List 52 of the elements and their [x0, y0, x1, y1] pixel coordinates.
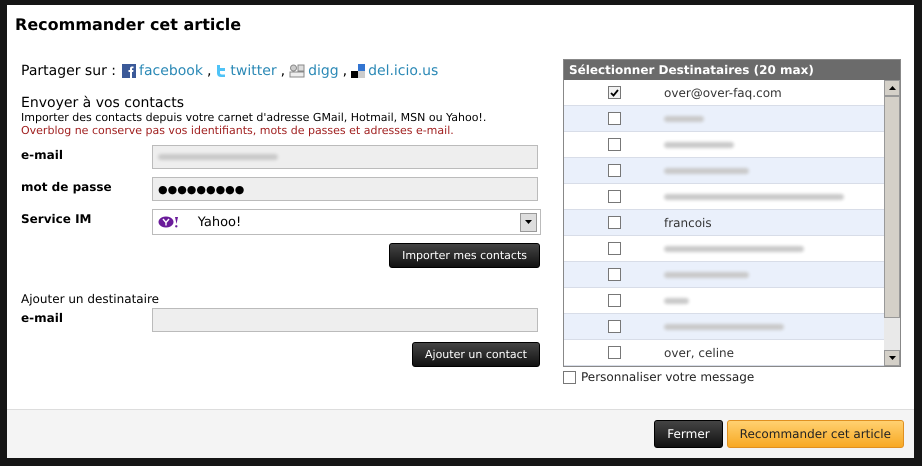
field-label: e-mail [21, 147, 64, 162]
checkbox[interactable] [563, 370, 576, 384]
checkbox[interactable] [608, 112, 620, 125]
field-label: Service IM [21, 211, 92, 226]
close-button[interactable]: Fermer [654, 420, 723, 448]
checkbox[interactable] [608, 164, 620, 177]
scroll-up-button[interactable] [884, 80, 900, 96]
checkbox[interactable] [608, 138, 620, 151]
checkbox[interactable] [608, 320, 620, 333]
checkbox[interactable] [608, 216, 620, 229]
section-heading: Envoyer à vos contacts [21, 95, 185, 111]
share-link[interactable]: twitter [230, 63, 277, 79]
description-text: Importer des contacts depuis votre carnet d'adresse GMail, Hotmail, MSN ou Yahoo!. [21, 111, 488, 124]
service-select[interactable]: Yahoo! [152, 209, 541, 235]
recommend-button[interactable]: Recommander cet article [726, 420, 904, 448]
checkbox[interactable] [608, 346, 620, 359]
facebook-icon [122, 64, 136, 78]
separator: , [342, 63, 348, 79]
scroll-thumb[interactable] [884, 96, 900, 318]
digg-icon [289, 64, 306, 78]
checkbox[interactable] [608, 242, 620, 255]
add-contact-button[interactable]: Ajouter un contact [412, 342, 540, 367]
checkbox[interactable] [608, 268, 620, 281]
field-label: mot de passe [21, 179, 113, 194]
down-arrow-icon [888, 356, 896, 360]
share-link[interactable]: del.icio.us [368, 63, 438, 79]
share-link[interactable]: digg [308, 63, 339, 79]
share-label: Partager sur : [21, 63, 116, 79]
checkbox-label: Personnaliser votre message [581, 370, 754, 384]
import-button[interactable]: Importer mes contacts [389, 243, 540, 268]
dialog-title: Recommander cet article [14, 14, 242, 36]
contact-name: francois [664, 216, 712, 230]
bird-icon [215, 64, 228, 78]
password-field[interactable]: ●●●●●●●●● [152, 177, 538, 201]
share-link[interactable]: facebook [139, 63, 203, 79]
contact-name: over@over-faq.com [664, 86, 782, 100]
checkbox[interactable] [608, 190, 620, 203]
separator: , [206, 63, 212, 79]
checkbox[interactable] [608, 86, 620, 99]
field-label: e-mail [21, 310, 64, 325]
yahoo-icon [158, 216, 180, 228]
checkbox[interactable] [608, 294, 620, 307]
add-heading: Ajouter un destinataire [21, 292, 160, 306]
panel-header: Sélectionner Destinataires (20 max) [564, 60, 900, 80]
email-field[interactable] [152, 308, 538, 332]
separator: , [280, 63, 286, 79]
up-arrow-icon [888, 86, 896, 90]
scroll-down-button[interactable] [884, 350, 900, 366]
squares-icon [351, 64, 366, 78]
warning-text: Overblog ne conserve pas vos identifiants, mots de passes et adresses e-mail. [21, 124, 455, 137]
email-field[interactable] [152, 145, 538, 169]
contact-name: over, celine [664, 346, 734, 360]
